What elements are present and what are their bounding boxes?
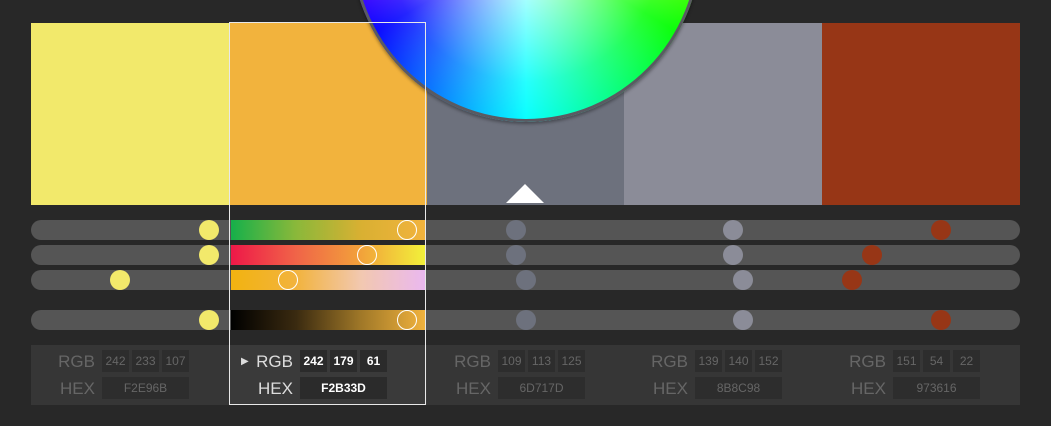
saturation-knob-color-1[interactable]	[199, 245, 220, 265]
hue-knob-color-2[interactable]	[396, 220, 417, 240]
lightness-knob-color-3[interactable]	[515, 270, 536, 290]
hex-value-field[interactable]: 6D717D	[498, 377, 585, 399]
color-swatch-1[interactable]	[31, 23, 229, 205]
lightness-knob-color-4[interactable]	[733, 270, 754, 290]
brightness-knob-color-3[interactable]	[515, 310, 536, 330]
b-value-field[interactable]: 107	[162, 350, 189, 372]
rgb-label: RGB	[454, 352, 491, 371]
selected-lightness-gradient[interactable]	[231, 270, 426, 290]
hex-label: HEX	[653, 379, 688, 398]
brightness-knob-color-5[interactable]	[930, 310, 951, 330]
b-value-field[interactable]: 152	[755, 350, 782, 372]
lightness-knob-color-2[interactable]	[278, 270, 299, 290]
b-value-field[interactable]: 22	[953, 350, 980, 372]
hex-value-field[interactable]: F2B33D	[300, 377, 387, 399]
hex-value-field[interactable]: F2E96B	[102, 377, 189, 399]
r-value-field[interactable]: 139	[695, 350, 722, 372]
color-values-panel-5: RGB HEX 151 54 22 973616	[822, 345, 1020, 405]
lightness-knob-color-1[interactable]	[110, 270, 130, 290]
rgb-label: RGB	[849, 352, 886, 371]
wheel-toggle-triangle-icon[interactable]	[506, 184, 544, 203]
brightness-knob-color-4[interactable]	[733, 310, 754, 330]
r-value-field[interactable]: 109	[498, 350, 525, 372]
b-value-field[interactable]: 61	[360, 350, 387, 372]
hue-knob-color-1[interactable]	[199, 220, 220, 240]
color-values-panel-2: ▶ RGB HEX 242 179 61 F2B33D	[229, 345, 427, 405]
brightness-knob-color-1[interactable]	[199, 310, 220, 330]
hex-label: HEX	[60, 379, 95, 398]
r-value-field[interactable]: 242	[102, 350, 129, 372]
hue-knob-color-3[interactable]	[505, 220, 526, 240]
g-value-field[interactable]: 179	[330, 350, 357, 372]
rgb-label: RGB	[256, 352, 293, 371]
r-value-field[interactable]: 242	[300, 350, 327, 372]
selected-saturation-gradient[interactable]	[231, 245, 426, 265]
hex-value-field[interactable]: 973616	[893, 377, 980, 399]
color-swatch-5[interactable]	[822, 23, 1020, 205]
rgb-label: RGB	[58, 352, 95, 371]
hex-label: HEX	[851, 379, 886, 398]
g-value-field[interactable]: 233	[132, 350, 159, 372]
hex-label: HEX	[456, 379, 491, 398]
saturation-knob-color-5[interactable]	[861, 245, 882, 265]
rgb-label: RGB	[651, 352, 688, 371]
color-values-panel-3: RGB HEX 109 113 125 6D717D	[427, 345, 624, 405]
hex-label: HEX	[258, 379, 293, 398]
r-value-field[interactable]: 151	[893, 350, 920, 372]
g-value-field[interactable]: 54	[923, 350, 950, 372]
b-value-field[interactable]: 125	[558, 350, 585, 372]
hex-value-field[interactable]: 8B8C98	[695, 377, 782, 399]
g-value-field[interactable]: 113	[528, 350, 555, 372]
lightness-knob-color-5[interactable]	[841, 270, 862, 290]
brightness-knob-color-2[interactable]	[396, 310, 417, 330]
saturation-knob-color-3[interactable]	[505, 245, 526, 265]
g-value-field[interactable]: 140	[725, 350, 752, 372]
color-values-panel-1: RGB HEX 242 233 107 F2E96B	[31, 345, 229, 405]
color-values-panel-4: RGB HEX 139 140 152 8B8C98	[624, 345, 822, 405]
hue-knob-color-5[interactable]	[930, 220, 951, 240]
